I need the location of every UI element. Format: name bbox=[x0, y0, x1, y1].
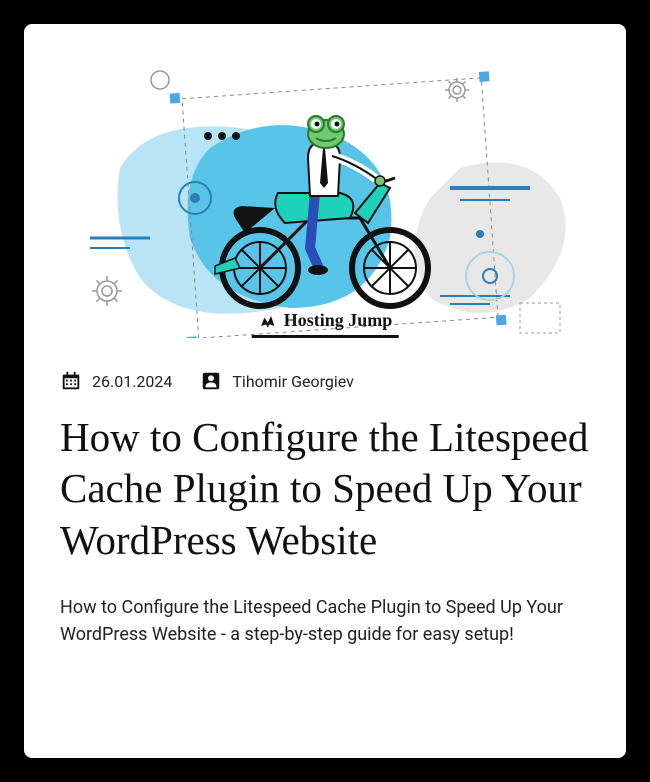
meta-author: Tihomir Georgiev bbox=[200, 370, 353, 392]
brand-frog-icon bbox=[258, 311, 278, 331]
calendar-icon bbox=[60, 370, 82, 392]
brand-bar: Hosting Jump bbox=[252, 308, 399, 338]
person-icon bbox=[200, 370, 222, 392]
date-text: 26.01.2024 bbox=[92, 372, 172, 391]
article-excerpt: How to Configure the Litespeed Cache Plu… bbox=[60, 594, 590, 648]
article-meta: 26.01.2024 Tihomir Georgiev bbox=[60, 370, 590, 392]
meta-date: 26.01.2024 bbox=[60, 370, 172, 392]
hero-illustration: Hosting Jump bbox=[60, 48, 590, 338]
author-text: Tihomir Georgiev bbox=[232, 372, 353, 391]
article-card: Hosting Jump 26.01.2024 bbox=[24, 24, 626, 758]
motorcycle-illustration bbox=[60, 48, 590, 338]
brand-name: Hosting Jump bbox=[284, 310, 393, 331]
article-title: How to Configure the Litespeed Cache Plu… bbox=[60, 412, 590, 566]
